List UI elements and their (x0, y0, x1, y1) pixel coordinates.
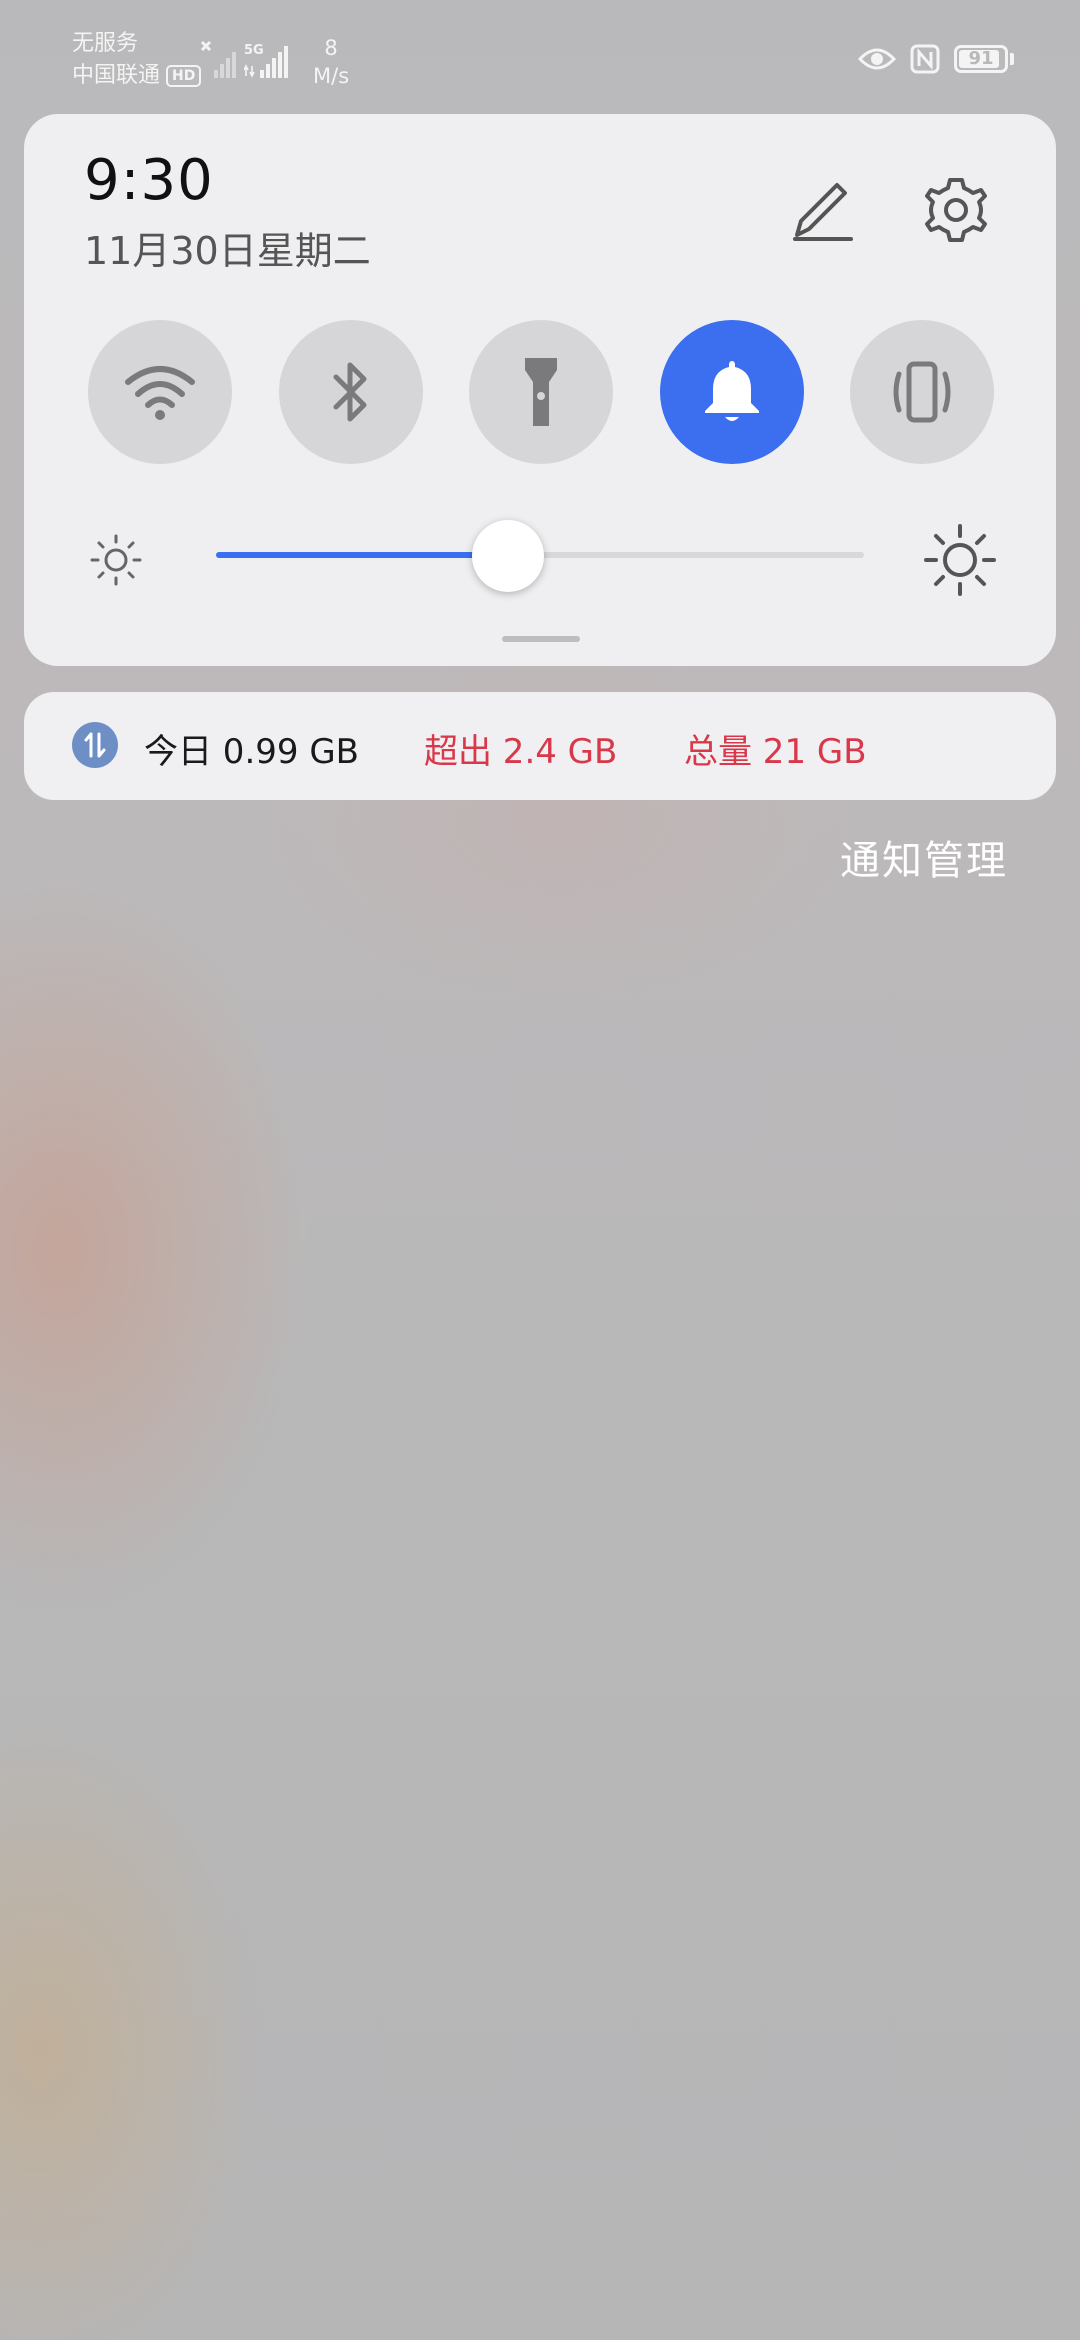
clock-date[interactable]: 11月30日星期二 (84, 220, 371, 275)
nfc-icon (910, 44, 940, 74)
toggle-flashlight[interactable] (469, 320, 613, 464)
bluetooth-icon (333, 362, 366, 422)
data-usage-card[interactable]: 今日 0.99 GB 超出 2.4 GB 总量 21 GB (24, 692, 1056, 800)
bell-icon (704, 361, 759, 421)
data-usage-total: 总量 21 GB (684, 732, 867, 772)
brightness-low-icon (90, 534, 142, 586)
toggle-bluetooth[interactable] (278, 320, 423, 464)
status-right-icons: 91 (858, 44, 1014, 74)
quick-toggles (88, 320, 994, 464)
no-signal-icon (200, 40, 236, 78)
brightness-slider-fill (216, 552, 508, 558)
battery-icon: 91 (954, 45, 1008, 73)
panel-drag-handle[interactable] (502, 636, 580, 642)
signal-indicators: 5G (200, 40, 294, 80)
notification-manage-link[interactable]: 通知管理 (840, 828, 1008, 886)
vibrate-icon (893, 361, 951, 423)
carrier-sim2-name: 中国联通 (72, 63, 161, 88)
battery-level: 91 (968, 48, 994, 69)
carrier-sim1-status: 无服务 (72, 31, 139, 56)
data-transfer-icon (72, 722, 118, 768)
pencil-icon (793, 183, 853, 241)
status-bar: 无服务 中国联通 HD 5G 8 M/s 91 (0, 0, 1080, 110)
toggle-wifi[interactable] (88, 320, 232, 464)
flashlight-icon (525, 358, 557, 426)
network-speed-unit: M/s (313, 64, 350, 88)
battery-cap (1010, 53, 1014, 65)
brightness-high-icon (924, 524, 996, 596)
brightness-control (24, 514, 1056, 596)
network-speed-value: 8 (324, 36, 338, 60)
edit-button[interactable] (780, 168, 864, 252)
settings-button[interactable] (914, 168, 998, 252)
brightness-slider-thumb[interactable] (471, 520, 544, 592)
data-usage-today: 今日 0.99 GB (144, 732, 359, 772)
hd-badge: HD (166, 65, 202, 87)
network-type-label: 5G (244, 43, 264, 58)
clock-time[interactable]: 9:30 (84, 148, 214, 213)
data-usage-exceed: 超出 2.4 GB (424, 732, 618, 772)
wifi-icon (125, 366, 195, 420)
control-center-panel: 9:30 11月30日星期二 (24, 114, 1056, 666)
signal-5g-icon: 5G (244, 43, 288, 78)
eye-icon (858, 48, 896, 70)
brightness-slider[interactable] (216, 520, 864, 592)
carrier-info: 无服务 中国联通 HD (72, 28, 202, 92)
toggle-sound[interactable] (659, 320, 804, 464)
toggle-vibrate[interactable] (850, 320, 994, 464)
gear-icon (925, 178, 987, 242)
network-speed: 8 M/s (313, 34, 349, 90)
